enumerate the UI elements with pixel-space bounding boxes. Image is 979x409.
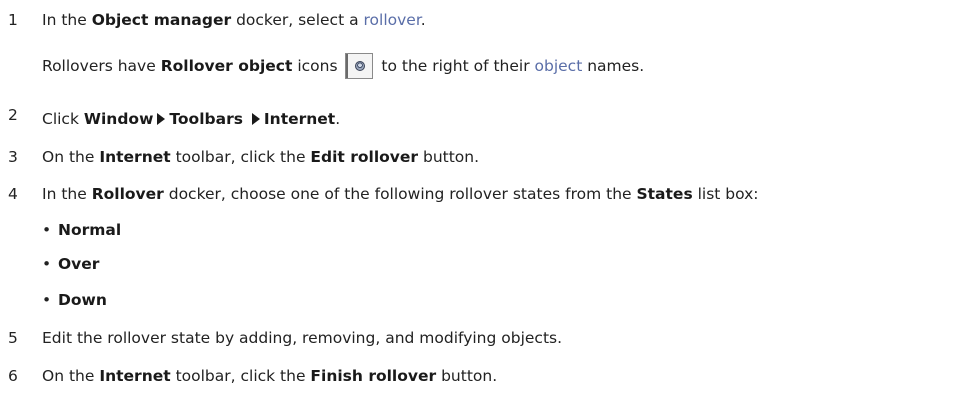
bullet: • — [42, 221, 52, 239]
bullet: • — [42, 291, 52, 309]
step-number: 5 — [8, 329, 18, 347]
menu-path-window: Window — [83, 110, 154, 128]
step-number: 4 — [8, 185, 18, 203]
rollover-object-icon — [345, 53, 374, 79]
ui-term: Object manager — [91, 11, 232, 29]
ui-term: Edit rollover — [310, 148, 419, 166]
ui-term: Internet — [99, 367, 171, 385]
ui-term: States — [636, 185, 693, 203]
state-name: Down — [58, 291, 107, 309]
menu-arrow-icon — [157, 113, 166, 125]
step-number: 3 — [8, 148, 18, 166]
menu-path-internet: Internet — [263, 110, 336, 128]
menu-arrow-icon — [251, 113, 260, 125]
bullet: • — [42, 255, 52, 273]
menu-path-toolbars: Toolbars — [169, 110, 243, 128]
ui-term: Finish rollover — [310, 367, 437, 385]
step-number: 6 — [8, 367, 18, 385]
ui-term: Internet — [99, 148, 171, 166]
ui-term: Rollover object — [160, 57, 293, 75]
glossary-link-object[interactable]: object — [535, 57, 583, 75]
ui-term: Rollover — [91, 185, 164, 203]
step-number: 2 — [8, 106, 18, 124]
state-name: Normal — [58, 221, 122, 239]
step-number: 1 — [8, 11, 18, 29]
glossary-link-rollover[interactable]: rollover — [364, 11, 421, 29]
state-name: Over — [58, 255, 100, 273]
